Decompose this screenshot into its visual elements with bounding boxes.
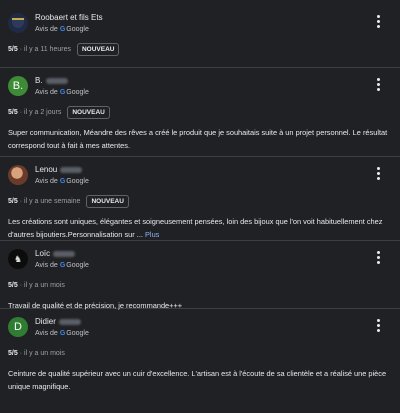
rating-score: 5/5 (8, 108, 18, 116)
review-time: · il y a 2 jours (19, 108, 62, 116)
redacted-surname (53, 250, 76, 257)
rating-score: 5/5 (8, 349, 18, 357)
google-icon: G (59, 26, 66, 33)
review-card: ♞ Loïc Avis de GGoogle 5/5 · il y a un mo… (0, 241, 400, 310)
reviewer-name[interactable]: Didier (35, 317, 81, 327)
redacted-surname (58, 318, 81, 325)
more-options-icon[interactable] (376, 78, 380, 91)
rating-score: 5/5 (8, 45, 18, 53)
more-options-icon[interactable] (376, 15, 380, 28)
review-card: Lenou Avis de GGoogle 5/5 · il y a une se… (0, 157, 400, 241)
more-options-icon[interactable] (376, 167, 380, 180)
review-meta: 5/5 · il y a un mois (8, 279, 392, 291)
review-meta: 5/5 · il y a une semaine NOUVEAU (8, 194, 392, 208)
review-card: Roobaert et fils Ets Avis de GGoogle 5/5 … (0, 0, 400, 68)
review-card: D Didier Avis de GGoogle 5/5 · il y a un … (0, 309, 400, 413)
avatar[interactable]: ♞ (8, 249, 28, 269)
reviewer-name[interactable]: Lenou (35, 165, 83, 175)
review-meta: 5/5 · il y a un mois (8, 347, 392, 359)
review-meta: 5/5 · il y a 11 heures NOUVEAU (8, 42, 392, 56)
more-link[interactable]: Plus (145, 230, 159, 239)
deer-icon: ♞ (13, 253, 23, 264)
new-badge: NOUVEAU (86, 194, 129, 208)
review-text: Super communication, Méandre des rêves a… (8, 128, 388, 150)
review-source: Avis de GGoogle (35, 178, 89, 185)
review-source: Avis de GGoogle (35, 89, 89, 96)
review-header: B. B. Avis de GGoogle (8, 76, 392, 106)
review-card: B. B. Avis de GGoogle 5/5 · il y a 2 jour… (0, 68, 400, 157)
rating-score: 5/5 (8, 281, 18, 289)
reviewer-name[interactable]: Roobaert et fils Ets (35, 13, 103, 23)
review-time: · il y a un mois (19, 281, 65, 289)
review-header: D Didier Avis de GGoogle (8, 317, 392, 347)
review-time: · il y a une semaine (19, 197, 81, 205)
google-icon: G (59, 89, 66, 96)
company-logo-icon (12, 18, 24, 28)
review-time: · il y a 11 heures (19, 45, 71, 53)
more-options-icon[interactable] (376, 251, 380, 264)
rating-score: 5/5 (8, 197, 18, 205)
reviewer-name[interactable]: Loïc (35, 249, 76, 259)
more-options-icon[interactable] (376, 319, 380, 332)
review-meta: 5/5 · il y a 2 jours NOUVEAU (8, 105, 392, 119)
google-icon: G (59, 330, 66, 337)
redacted-surname (60, 166, 83, 173)
reviewer-name[interactable]: B. (35, 76, 68, 86)
review-source: Avis de GGoogle (35, 262, 89, 269)
review-header: Roobaert et fils Ets Avis de GGoogle (8, 13, 392, 43)
review-text: Ceinture de qualité supérieur avec un cu… (8, 369, 387, 391)
review-source: Avis de GGoogle (35, 330, 89, 337)
redacted-surname (45, 77, 68, 84)
review-text: Les créations sont uniques, élégantes et… (8, 217, 383, 239)
review-header: ♞ Loïc Avis de GGoogle (8, 249, 392, 279)
google-icon: G (59, 178, 66, 185)
avatar[interactable] (8, 165, 28, 185)
new-badge: NOUVEAU (76, 42, 120, 56)
avatar[interactable]: B. (8, 76, 28, 96)
review-time: · il y a un mois (19, 349, 65, 357)
google-icon: G (59, 262, 66, 269)
review-source: Avis de GGoogle (35, 26, 89, 33)
new-badge: NOUVEAU (67, 105, 110, 119)
avatar[interactable]: D (8, 317, 28, 337)
avatar[interactable] (8, 13, 28, 33)
review-header: Lenou Avis de GGoogle (8, 165, 392, 195)
